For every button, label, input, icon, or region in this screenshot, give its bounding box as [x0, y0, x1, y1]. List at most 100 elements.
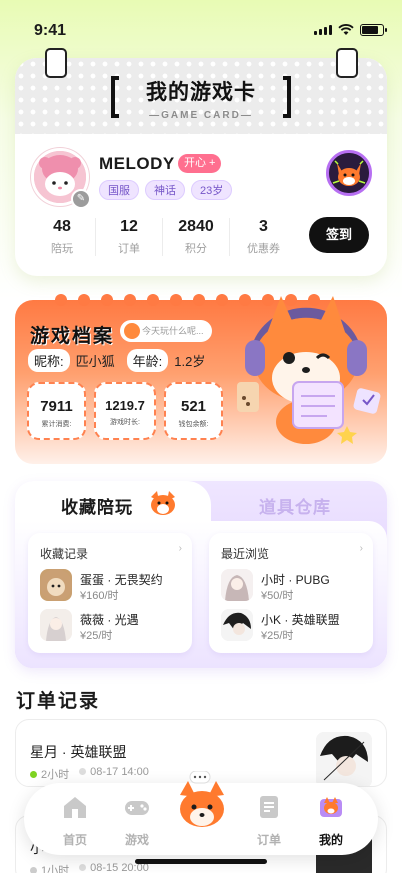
box-play-time[interactable]: 1219.7 游戏时长: [94, 382, 156, 440]
edit-avatar-button[interactable]: ✎ [71, 189, 91, 209]
home-indicator[interactable] [135, 859, 267, 864]
order-duration: 1小时 [41, 865, 70, 873]
order-name: 星月 · 英雄联盟 [30, 744, 127, 760]
nav-label: 订单 [256, 833, 281, 847]
tag-server: 国服 [99, 180, 139, 200]
companion-price: ¥25/时 [80, 630, 113, 642]
stat-label: 积分 [185, 243, 207, 255]
favorites-card[interactable]: 收藏记录 › 蛋蛋 · 无畏契约 ¥160/时 薇薇 · 光遇 ¥25/时 [28, 533, 192, 653]
stat-coupons[interactable]: 3 优惠券 [230, 218, 297, 256]
game-card-subtitle: —GAME CARD— [149, 110, 253, 121]
status-bar: 9:41 [0, 0, 402, 46]
companion-name: 小时 · PUBG [261, 573, 330, 587]
stat-value: 2840 [178, 218, 214, 235]
profile-info-row: 昵称: 匹小狐 年龄: 1.2岁 [28, 349, 205, 372]
signin-button[interactable]: 签到 [309, 217, 369, 253]
tab-item-warehouse[interactable]: 道具仓库 [259, 493, 331, 518]
recent-views-card[interactable]: 最近浏览 › 小时 · PUBG ¥50/时 小K · 英雄联盟 ¥25/时 [209, 533, 373, 653]
profile-boxes: 7911 累计消费: 1219.7 游戏时长: 521 钱包余额: [27, 382, 223, 440]
tab-favorite-label: 收藏陪玩 [61, 498, 133, 517]
pencil-icon: ✎ [76, 193, 86, 204]
stat-companion[interactable]: 48 陪玩 [29, 218, 96, 256]
stat-value: 3 [259, 218, 268, 235]
game-card: 我的游戏卡 —GAME CARD— ✎ MELODY 开心 + 国服 神话 23… [15, 58, 387, 276]
bottom-nav: 首页 游戏 订单 我的 [24, 770, 378, 855]
tag-rank: 神话 [145, 180, 185, 200]
nav-orders[interactable]: 订单 [244, 793, 294, 848]
list-item[interactable]: 薇薇 · 光遇 ¥25/时 [40, 609, 190, 643]
gamepad-icon [125, 801, 149, 815]
box-value: 1219.7 [105, 398, 145, 413]
status-dot [30, 771, 37, 778]
battery-icon [360, 24, 387, 36]
card-clip-left [45, 48, 67, 78]
collection-body: 收藏记录 › 蛋蛋 · 无畏契约 ¥160/时 薇薇 · 光遇 ¥25/时 最近… [15, 521, 387, 668]
age-value: 1.2岁 [174, 354, 206, 369]
stat-value: 48 [53, 218, 71, 235]
box-value: 521 [180, 398, 207, 415]
box-label: 累计消费: [41, 421, 72, 428]
collection-section: 收藏陪玩 道具仓库 收藏记录 › 蛋蛋 · 无畏契约 ¥160/时 薇薇 · 光… [15, 481, 387, 668]
bracket-right [283, 76, 291, 118]
stat-label: 优惠券 [247, 243, 280, 255]
companion-avatar [221, 609, 253, 641]
profile-fox-icon [320, 797, 342, 817]
stat-value: 12 [120, 218, 138, 235]
nav-label: 游戏 [124, 833, 149, 847]
game-card-title: 我的游戏卡 [146, 81, 256, 104]
box-label: 游戏时长: [110, 419, 140, 426]
nickname-label: 昵称: [28, 349, 70, 372]
profile-ask-bubble[interactable]: 今天玩什么呢... [120, 320, 212, 342]
stat-label: 订单 [118, 243, 140, 255]
fox-center-icon [180, 770, 224, 827]
list-item[interactable]: 小K · 英雄联盟 ¥25/时 [221, 609, 371, 643]
chevron-right-icon[interactable]: › [360, 543, 363, 554]
chevron-right-icon[interactable]: › [179, 543, 182, 554]
list-item[interactable]: 小时 · PUBG ¥50/时 [221, 569, 371, 603]
profile-title: 游戏档案 [30, 326, 115, 347]
user-tags: 国服 神话 23岁 [99, 180, 233, 200]
bracket-left [111, 76, 119, 118]
fox-mini-icon [124, 323, 140, 339]
recent-views-header: 最近浏览 [221, 547, 270, 561]
order-duration: 2小时 [41, 769, 70, 781]
order-meta: 2小时 08-17 14:00 [30, 766, 149, 782]
signal-icon [314, 25, 332, 35]
fox-badge-icon[interactable] [326, 150, 372, 196]
order-thumbnail [316, 732, 372, 786]
nav-home[interactable]: 首页 [50, 793, 100, 848]
card-clip-right [336, 48, 358, 78]
status-dot [30, 867, 37, 873]
username: MELODY [99, 154, 175, 173]
game-card-title-block: 我的游戏卡 —GAME CARD— [111, 76, 291, 132]
companion-name: 小K · 英雄联盟 [261, 613, 340, 627]
time-dot [79, 768, 87, 775]
favorites-header: 收藏记录 [40, 547, 89, 561]
mood-badge[interactable]: 开心 + [178, 154, 222, 173]
status-icons [314, 24, 387, 36]
fox-mascot-illustration [237, 296, 381, 444]
age-label: 年龄: [126, 349, 169, 372]
box-value: 7911 [40, 398, 73, 415]
companion-name: 蛋蛋 · 无畏契约 [80, 573, 163, 587]
nav-center-fox[interactable] [172, 770, 232, 838]
order-date: 08-17 14:00 [90, 766, 149, 778]
companion-avatar [221, 569, 253, 601]
ask-text: 今天玩什么呢... [142, 326, 204, 336]
order-meta: 1小时 08-15 20:00 [30, 862, 149, 873]
tag-age: 23岁 [191, 180, 233, 200]
stat-label: 陪玩 [51, 243, 73, 255]
document-icon [260, 796, 278, 818]
stat-points[interactable]: 2840 积分 [163, 218, 230, 256]
companion-price: ¥50/时 [261, 590, 294, 602]
companion-avatar [40, 569, 72, 601]
stat-orders[interactable]: 12 订单 [96, 218, 163, 256]
home-icon [64, 797, 86, 818]
nav-games[interactable]: 游戏 [112, 793, 162, 848]
list-item[interactable]: 蛋蛋 · 无畏契约 ¥160/时 [40, 569, 190, 603]
box-wallet[interactable]: 521 钱包余额: [164, 382, 223, 440]
nav-mine[interactable]: 我的 [306, 793, 356, 848]
time-dot [79, 864, 87, 871]
box-total-spend[interactable]: 7911 累计消费: [27, 382, 86, 440]
wifi-icon [338, 24, 354, 35]
